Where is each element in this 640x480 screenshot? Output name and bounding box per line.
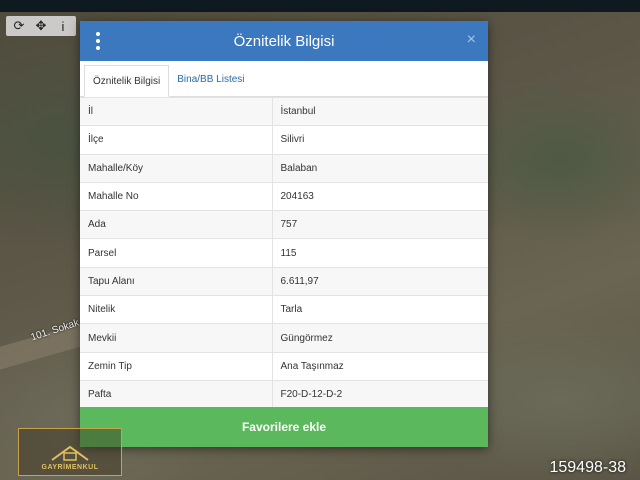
table-row: Ada 757 xyxy=(80,210,488,239)
row-key: Zemin Tip xyxy=(80,351,273,381)
row-key: Mevkii xyxy=(80,323,273,353)
house-logo-icon xyxy=(51,445,89,461)
row-key: Parsel xyxy=(80,238,273,268)
top-bar xyxy=(0,0,640,12)
close-icon[interactable]: × xyxy=(467,31,476,49)
table-row: Nitelik Tarla xyxy=(80,295,488,324)
modal-title: Öznitelik Bilgisi xyxy=(233,32,335,50)
logo-text: GAYRİMENKUL xyxy=(41,464,99,471)
table-row: Pafta F20-D-12-D-2 xyxy=(80,379,488,409)
table-row: Mevkii Güngörmez xyxy=(80,323,488,353)
reference-number: 159498-38 xyxy=(549,459,626,476)
refresh-icon[interactable]: ⟳ xyxy=(12,18,26,34)
table-row: Zemin Tip Ana Taşınmaz xyxy=(80,351,488,381)
row-value: Silivri xyxy=(272,125,488,155)
table-row: İl İstanbul xyxy=(80,96,488,126)
row-key: İl xyxy=(80,96,273,126)
info-icon[interactable]: i xyxy=(56,19,70,34)
modal-header: Öznitelik Bilgisi × xyxy=(80,21,488,61)
row-key: Ada xyxy=(80,210,273,239)
row-value: 115 xyxy=(272,238,488,268)
row-value: İstanbul xyxy=(272,96,488,126)
row-value: 6.611,97 xyxy=(272,266,488,296)
row-key: Pafta xyxy=(80,379,273,409)
row-value: Tarla xyxy=(272,295,488,324)
row-key: İlçe xyxy=(80,125,273,155)
row-value: 757 xyxy=(272,210,488,239)
add-to-favorites-button[interactable]: Favorilere ekle xyxy=(80,407,488,447)
tab-attribute-info[interactable]: Öznitelik Bilgisi xyxy=(84,65,170,97)
table-row: İlçe Silivri xyxy=(80,125,488,155)
row-key: Mahalle No xyxy=(80,181,273,211)
row-value: Güngörmez xyxy=(272,323,488,353)
kebab-menu-icon[interactable] xyxy=(94,32,102,50)
table-row: Tapu Alanı 6.611,97 xyxy=(80,266,488,296)
watermark-logo: GAYRİMENKUL xyxy=(18,428,122,476)
tab-bar: Öznitelik Bilgisi Bina/BB Listesi xyxy=(80,61,488,97)
row-value: F20-D-12-D-2 xyxy=(272,379,488,409)
row-key: Nitelik xyxy=(80,295,273,324)
row-value: 204163 xyxy=(272,181,488,211)
table-row: Mahalle/Köy Balaban xyxy=(80,153,488,183)
row-key: Tapu Alanı xyxy=(80,266,273,296)
table-row: Mahalle No 204163 xyxy=(80,181,488,211)
table-row: Parsel 115 xyxy=(80,238,488,268)
crosshair-icon[interactable]: ✥ xyxy=(34,18,48,34)
row-key: Mahalle/Köy xyxy=(80,153,273,183)
attribute-table: İl İstanbul İlçe Silivri Mahalle/Köy Balaba… xyxy=(80,96,488,409)
row-value: Balaban xyxy=(272,153,488,183)
attribute-info-modal: Öznitelik Bilgisi × Öznitelik Bilgisi Bi… xyxy=(80,21,488,447)
row-value: Ana Taşınmaz xyxy=(272,351,488,381)
map-toolbar: ⟳ ✥ i xyxy=(6,16,76,36)
tab-building-list[interactable]: Bina/BB Listesi xyxy=(169,64,252,96)
